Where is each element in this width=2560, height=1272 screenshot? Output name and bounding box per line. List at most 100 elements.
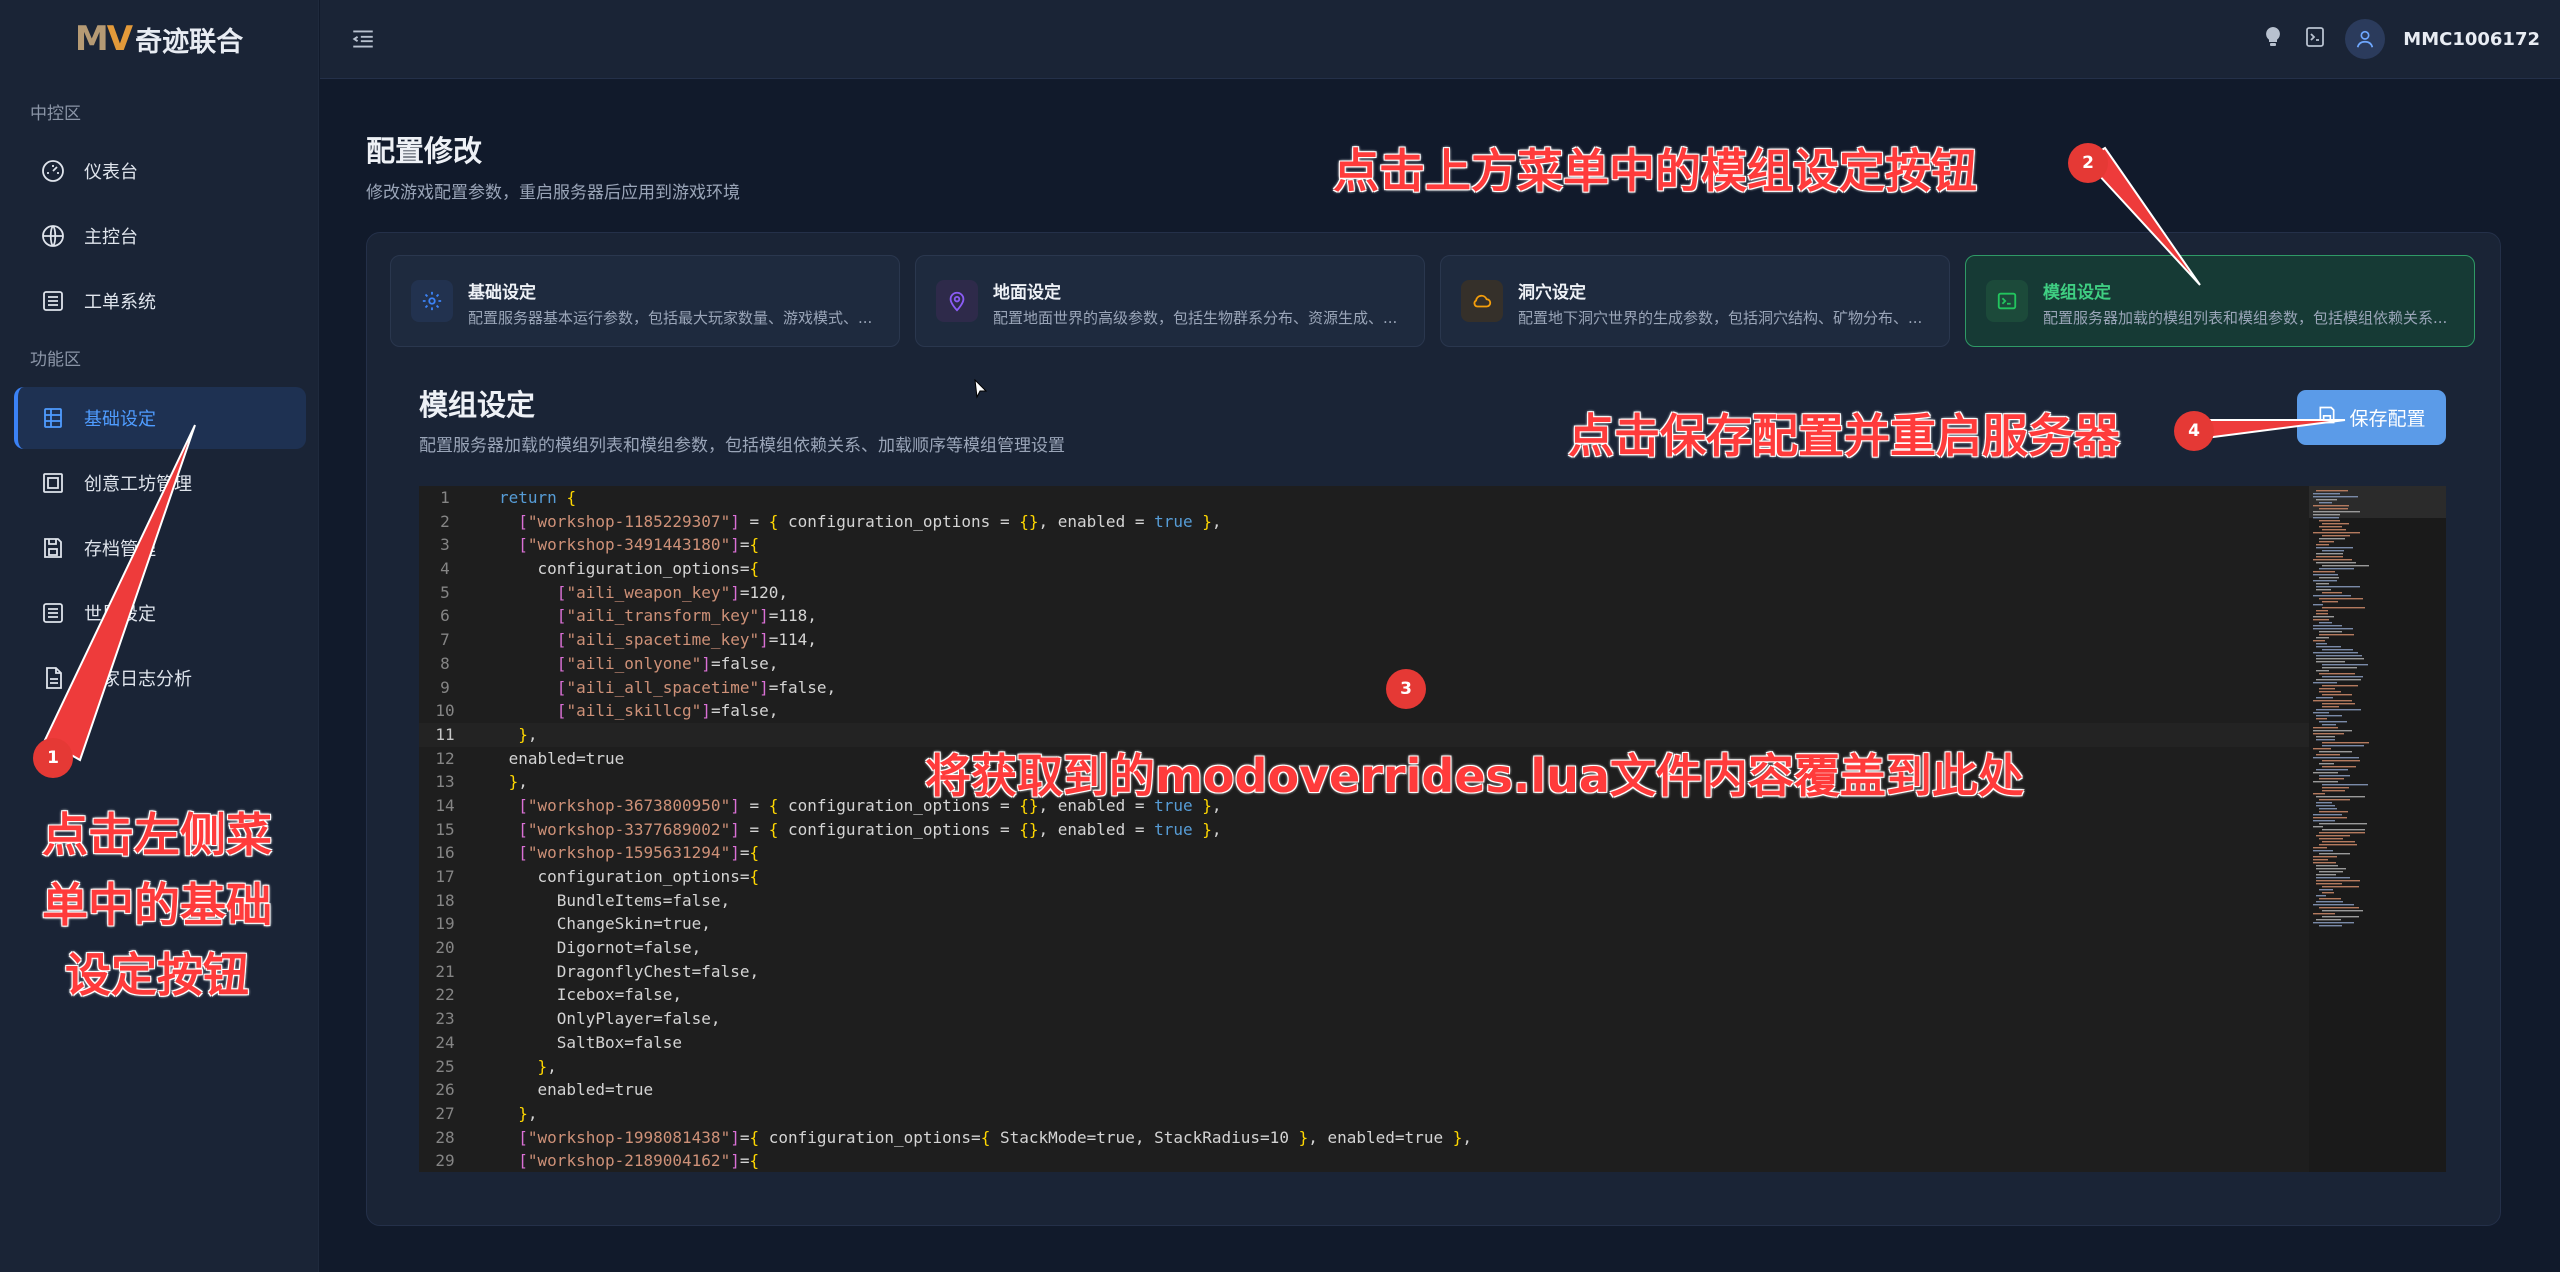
sidebar-item-world-settings[interactable]: 世界设定 bbox=[14, 582, 306, 644]
minimap-line bbox=[2316, 646, 2341, 648]
code-text[interactable]: ChangeSkin=true, bbox=[499, 912, 711, 936]
logo[interactable]: MV 奇迹联合 bbox=[0, 0, 318, 78]
code-line[interactable]: 18 BundleItems=false, bbox=[419, 889, 2309, 913]
lightbulb-icon[interactable] bbox=[2261, 25, 2285, 53]
code-text[interactable]: BundleItems=false, bbox=[499, 889, 730, 913]
tab-surface-settings[interactable]: 地面设定 配置地面世界的高级参数，包括生物群系分布、资源生成、... bbox=[915, 255, 1425, 347]
tab-cave-settings[interactable]: 洞穴设定 配置地下洞穴世界的生成参数，包括洞穴结构、矿物分布、... bbox=[1440, 255, 1950, 347]
code-line[interactable]: 26 enabled=true bbox=[419, 1078, 2309, 1102]
code-text[interactable]: ["workshop-3673800950"] = { configuratio… bbox=[499, 794, 1221, 818]
minimap-line bbox=[2322, 667, 2357, 669]
code-line[interactable]: 5 ["aili_weapon_key"]=120, bbox=[419, 581, 2309, 605]
code-line[interactable]: 12 enabled=true bbox=[419, 747, 2309, 771]
code-text[interactable]: }, bbox=[499, 1055, 557, 1079]
code-line[interactable]: 6 ["aili_transform_key"]=118, bbox=[419, 604, 2309, 628]
code-text[interactable]: ["workshop-2189004162"]={ bbox=[499, 1149, 759, 1172]
menu-collapse-icon[interactable] bbox=[350, 26, 376, 56]
code-text[interactable]: ["aili_weapon_key"]=120, bbox=[499, 581, 788, 605]
tab-mod-settings[interactable]: 模组设定 配置服务器加载的模组列表和模组参数，包括模组依赖关系... bbox=[1965, 255, 2475, 347]
screen-icon[interactable] bbox=[2303, 25, 2327, 53]
code-line[interactable]: 2 ["workshop-1185229307"] = { configurat… bbox=[419, 510, 2309, 534]
username[interactable]: MMC1006172 bbox=[2403, 29, 2540, 50]
minimap-line bbox=[2319, 808, 2337, 810]
sidebar-item-workshop[interactable]: 创意工坊管理 bbox=[14, 452, 306, 514]
minimap-line bbox=[2322, 724, 2336, 726]
code-line[interactable]: 11 }, bbox=[419, 722, 2309, 747]
minimap-line bbox=[2322, 592, 2342, 594]
minimap-line bbox=[2313, 700, 2352, 702]
code-text[interactable]: Digornot=false, bbox=[499, 936, 702, 960]
code-line[interactable]: 15 ["workshop-3377689002"] = { configura… bbox=[419, 818, 2309, 842]
section-subtitle: 配置服务器加载的模组列表和模组参数，包括模组依赖关系、加载顺序等模组管理设置 bbox=[419, 436, 1065, 456]
line-number: 18 bbox=[435, 890, 455, 910]
editor-minimap[interactable] bbox=[2309, 486, 2446, 1172]
code-line[interactable]: 16 ["workshop-1595631294"]={ bbox=[419, 841, 2309, 865]
minimap-line bbox=[2313, 625, 2342, 627]
minimap-line bbox=[2316, 769, 2348, 771]
code-line[interactable]: 21 DragonflyChest=false, bbox=[419, 960, 2309, 984]
code-line[interactable]: 20 Digornot=false, bbox=[419, 936, 2309, 960]
code-text[interactable]: }, bbox=[499, 770, 528, 794]
code-text[interactable]: ["workshop-3377689002"] = { configuratio… bbox=[499, 818, 1221, 842]
sidebar-item-console[interactable]: 主控台 bbox=[14, 205, 306, 267]
code-line[interactable]: 13 }, bbox=[419, 770, 2309, 794]
code-text[interactable]: Icebox=false, bbox=[499, 983, 682, 1007]
code-line[interactable]: 23 OnlyPlayer=false, bbox=[419, 1007, 2309, 1031]
code-text[interactable]: ["aili_onlyone"]=false, bbox=[499, 652, 779, 676]
code-text[interactable]: ["aili_transform_key"]=118, bbox=[499, 604, 817, 628]
code-line[interactable]: 28 ["workshop-1998081438"]={ configurati… bbox=[419, 1126, 2309, 1150]
code-line[interactable]: 3 ["workshop-3491443180"]={ bbox=[419, 533, 2309, 557]
code-text[interactable]: enabled=true bbox=[499, 1078, 654, 1102]
code-line[interactable]: 7 ["aili_spacetime_key"]=114, bbox=[419, 628, 2309, 652]
code-text[interactable]: return { bbox=[499, 486, 576, 510]
code-text[interactable]: }, bbox=[499, 1102, 537, 1126]
code-editor[interactable]: 1 return {2 ["workshop-1185229307"] = { c… bbox=[419, 486, 2446, 1172]
minimap-line bbox=[2319, 853, 2350, 855]
code-text[interactable]: ["workshop-1998081438"]={ configuration_… bbox=[499, 1126, 1472, 1150]
code-line[interactable]: 22 Icebox=false, bbox=[419, 983, 2309, 1007]
code-text[interactable]: OnlyPlayer=false, bbox=[499, 1007, 721, 1031]
sidebar-item-player-logs[interactable]: 玩家日志分析 bbox=[14, 647, 306, 709]
code-line[interactable]: 29 ["workshop-2189004162"]={ bbox=[419, 1149, 2309, 1172]
code-text[interactable]: ["aili_all_spacetime"]=false, bbox=[499, 676, 836, 700]
code-text[interactable]: SaltBox=false bbox=[499, 1031, 682, 1055]
sidebar-item-tickets[interactable]: 工单系统 bbox=[14, 270, 306, 332]
code-text[interactable]: enabled=true bbox=[499, 747, 625, 771]
minimap-line bbox=[2313, 595, 2351, 597]
code-line[interactable]: 17 configuration_options={ bbox=[419, 865, 2309, 889]
minimap-line bbox=[2322, 892, 2334, 894]
code-text[interactable]: configuration_options={ bbox=[499, 557, 760, 581]
code-text[interactable]: ["aili_spacetime_key"]=114, bbox=[499, 628, 817, 652]
code-text[interactable]: ["workshop-3491443180"]={ bbox=[499, 533, 759, 557]
code-line[interactable]: 10 ["aili_skillcg"]=false, bbox=[419, 699, 2309, 723]
tab-basic-settings[interactable]: 基础设定 配置服务器基本运行参数，包括最大玩家数量、游戏模式、... bbox=[390, 255, 900, 347]
sidebar-item-basic-settings[interactable]: 基础设定 bbox=[14, 387, 306, 449]
minimap-line bbox=[2313, 682, 2337, 684]
code-line[interactable]: 9 ["aili_all_spacetime"]=false, bbox=[419, 676, 2309, 700]
sidebar-item-archives[interactable]: 存档管理 bbox=[14, 517, 306, 579]
code-text[interactable]: DragonflyChest=false, bbox=[499, 960, 759, 984]
code-text[interactable]: configuration_options={ bbox=[499, 865, 760, 889]
code-lines[interactable]: 1 return {2 ["workshop-1185229307"] = { c… bbox=[419, 486, 2309, 1172]
code-line[interactable]: 14 ["workshop-3673800950"] = { configura… bbox=[419, 794, 2309, 818]
code-line[interactable]: 8 ["aili_onlyone"]=false, bbox=[419, 652, 2309, 676]
sidebar-item-dashboard[interactable]: 仪表台 bbox=[14, 140, 306, 202]
save-icon bbox=[2317, 405, 2337, 430]
code-text[interactable]: }, bbox=[499, 723, 537, 747]
cloud-icon bbox=[1461, 280, 1503, 322]
avatar[interactable] bbox=[2345, 19, 2386, 59]
line-number: 29 bbox=[435, 1151, 455, 1171]
code-line[interactable]: 4 configuration_options={ bbox=[419, 557, 2309, 581]
code-text[interactable]: ["workshop-1595631294"]={ bbox=[499, 841, 759, 865]
save-config-button[interactable]: 保存配置 bbox=[2297, 390, 2446, 445]
save-icon bbox=[40, 535, 66, 561]
minimap-line bbox=[2316, 805, 2335, 807]
code-line[interactable]: 25 }, bbox=[419, 1055, 2309, 1079]
code-line[interactable]: 1 return { bbox=[419, 486, 2309, 510]
minimap-line bbox=[2322, 529, 2346, 531]
code-line[interactable]: 19 ChangeSkin=true, bbox=[419, 912, 2309, 936]
code-text[interactable]: ["workshop-1185229307"] = { configuratio… bbox=[499, 510, 1221, 534]
code-line[interactable]: 24 SaltBox=false bbox=[419, 1031, 2309, 1055]
code-text[interactable]: ["aili_skillcg"]=false, bbox=[499, 699, 779, 723]
code-line[interactable]: 27 }, bbox=[419, 1102, 2309, 1126]
